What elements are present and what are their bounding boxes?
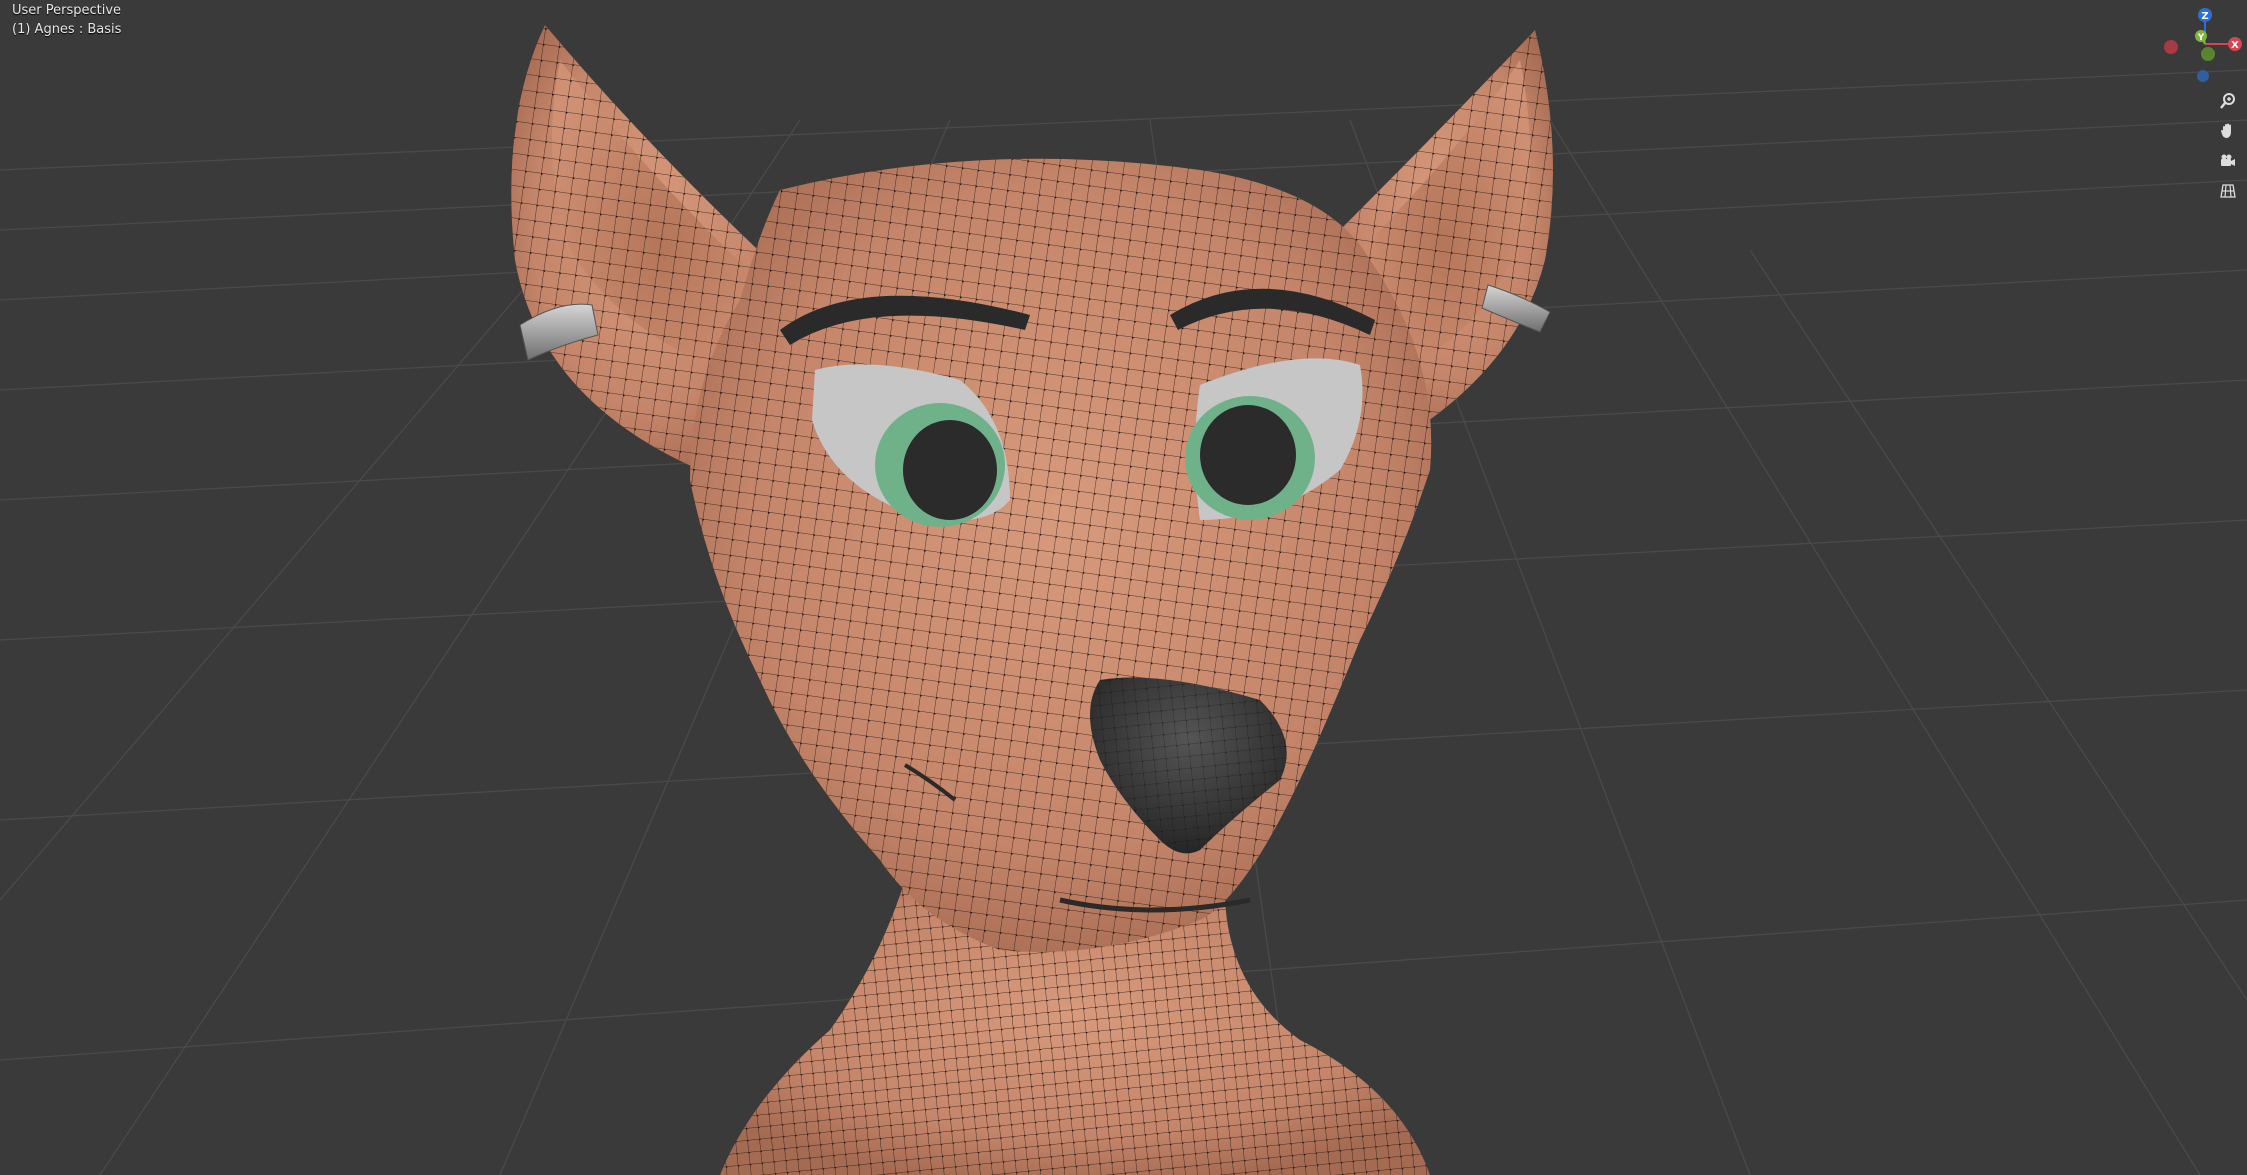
gizmo-neg-z[interactable] (2197, 70, 2209, 82)
grid-view-icon (2220, 184, 2236, 198)
gizmo-z-label: Z (2201, 11, 2208, 22)
camera-icon (2221, 154, 2235, 166)
gizmo-neg-y[interactable] (2201, 47, 2215, 61)
gizmo-y-label: Y (2197, 33, 2205, 43)
hand-pan-icon (2221, 123, 2231, 138)
object-info-label: (1) Agnes : Basis (12, 22, 122, 37)
zoom-icon (2220, 93, 2235, 109)
gizmo-x-label: X (2231, 40, 2239, 51)
view-name-label: User Perspective (12, 3, 122, 18)
camera-view-button[interactable] (2215, 148, 2241, 174)
head-mesh (690, 158, 1432, 952)
ortho-toggle-button[interactable] (2215, 178, 2241, 204)
zoom-button[interactable] (2215, 88, 2241, 114)
navigation-gizmo[interactable]: Z X Y (2155, 6, 2245, 86)
gizmo-neg-x[interactable] (2164, 40, 2178, 54)
3d-viewport[interactable] (0, 0, 2247, 1175)
pan-button[interactable] (2215, 118, 2241, 144)
